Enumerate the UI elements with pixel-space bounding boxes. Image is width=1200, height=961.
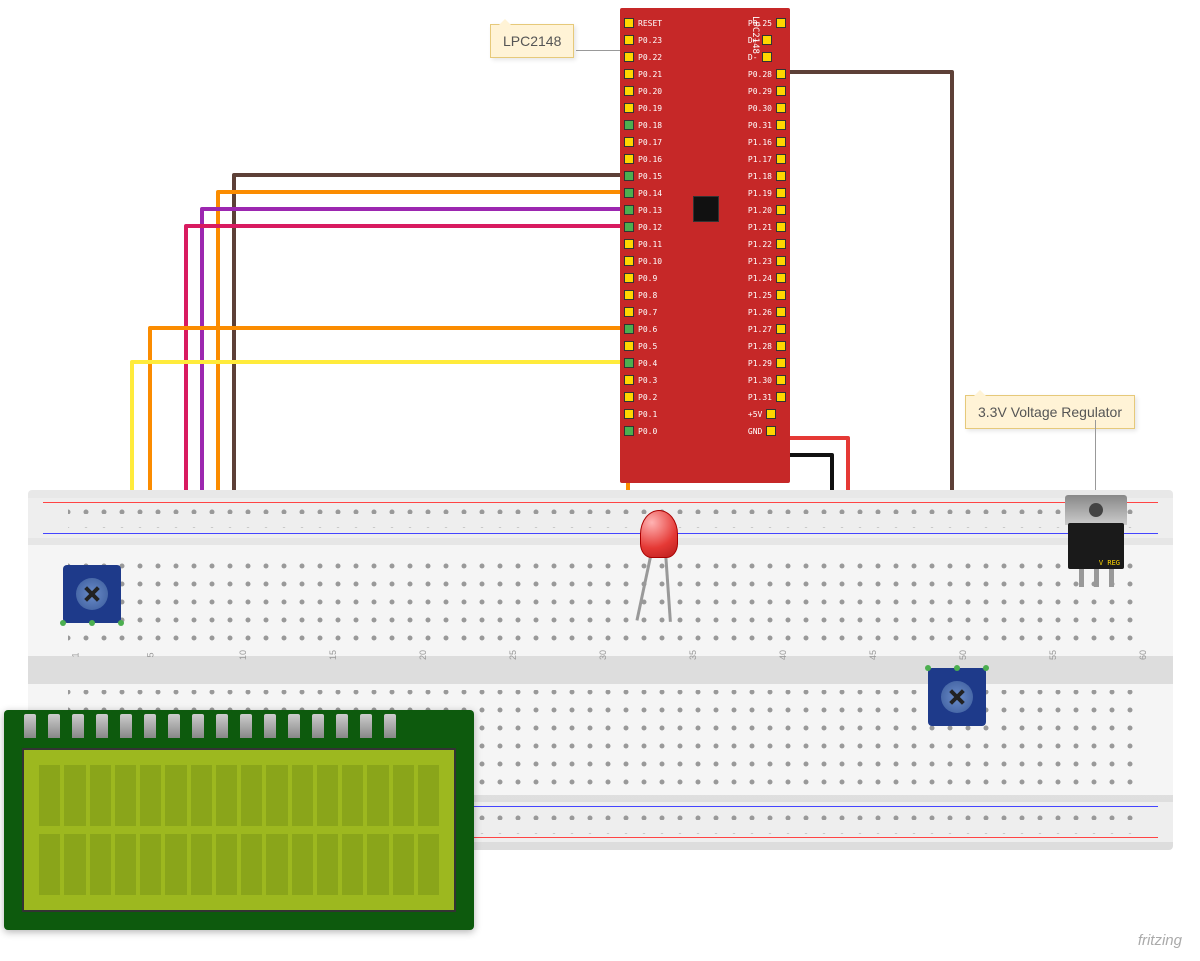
lpc-pin-p0-18: P0.18: [624, 118, 662, 132]
lpc-pin-p1-16: P1.16: [748, 135, 786, 149]
lcd-pin-8: [192, 714, 204, 738]
lpc-pin-p0-25: P0.25: [748, 16, 786, 30]
lpc-pin-p1-21: P1.21: [748, 220, 786, 234]
lcd-pin-10: [240, 714, 252, 738]
lpc-pin-p1-29: P1.29: [748, 356, 786, 370]
lcd-pin-6: [144, 714, 156, 738]
lcd-pin-16: [384, 714, 396, 738]
lpc-pin-p1-20: P1.20: [748, 203, 786, 217]
lcd-pin-1: [24, 714, 36, 738]
lcd-pin-2: [48, 714, 60, 738]
lpc-pin-p0-29: P0.29: [748, 84, 786, 98]
lcd-pin-11: [264, 714, 276, 738]
lpc-pin-p1-24: P1.24: [748, 271, 786, 285]
lpc-pin-p0-13: P0.13: [624, 203, 662, 217]
lpc-pin-d: D+: [748, 33, 786, 47]
lpc-pin-p1-28: P1.28: [748, 339, 786, 353]
lpc-pin-p1-22: P1.22: [748, 237, 786, 251]
lcd-pin-14: [336, 714, 348, 738]
lpc-pin-p0-21: P0.21: [624, 67, 662, 81]
lpc-pin-p1-25: P1.25: [748, 288, 786, 302]
lpc-pin-p0-6: P0.6: [624, 322, 662, 336]
lpc-pin-p0-17: P0.17: [624, 135, 662, 149]
lpc-pins-right: P0.25 D+ D- P0.28 P0.29 P0.30 P0.31 P1.16 P1.17 P…: [748, 16, 786, 438]
lpc-pin-d-: D-: [748, 50, 786, 64]
lcd-pin-5: [120, 714, 132, 738]
lpc-pin-reset: RESET: [624, 16, 662, 30]
lcd-pin-15: [360, 714, 372, 738]
diagram-canvas: LPC2148 3.3V Voltage Regulator: [0, 0, 1200, 961]
lpc-pin-p0-12: P0.12: [624, 220, 662, 234]
lcd-pin-3: [72, 714, 84, 738]
lpc-pin-p0-22: P0.22: [624, 50, 662, 64]
lpc-pin-p0-5: P0.5: [624, 339, 662, 353]
pot-lcd-contrast: [63, 565, 121, 623]
lpc-pin-p0-20: P0.20: [624, 84, 662, 98]
lcd-pin-13: [312, 714, 324, 738]
lcd-pin-4: [96, 714, 108, 738]
lcd-pin-7: [168, 714, 180, 738]
lpc-pin-p0-15: P0.15: [624, 169, 662, 183]
lpc-pin-p0-0: P0.0: [624, 424, 662, 438]
fritzing-watermark: fritzing: [1138, 932, 1182, 949]
lpc-pin-p0-2: P0.2: [624, 390, 662, 404]
lpc-pin-p0-4: P0.4: [624, 356, 662, 370]
lpc-pin-p0-23: P0.23: [624, 33, 662, 47]
lpc-pin-p0-9: P0.9: [624, 271, 662, 285]
lpc2148-board: LPC2148 RESETP0.23P0.22P0.21P0.20P0.19P0…: [620, 8, 790, 483]
lpc-pin-p1-19: P1.19: [748, 186, 786, 200]
lpc-pin-p0-1: P0.1: [624, 407, 662, 421]
lpc-pin-p0-7: P0.7: [624, 305, 662, 319]
lcd-pins: [24, 714, 396, 738]
lcd-pin-9: [216, 714, 228, 738]
lpc-pin-p0-3: P0.3: [624, 373, 662, 387]
led-bulb-icon: [640, 510, 678, 558]
lpc-pin-p0-8: P0.8: [624, 288, 662, 302]
lpc-pin-gnd: GND: [748, 424, 786, 438]
pot-adc-input: [928, 668, 986, 726]
voltage-regulator-3v3: V REG: [1065, 495, 1127, 585]
lpc-pin-p0-10: P0.10: [624, 254, 662, 268]
lcd-16x2: [4, 710, 474, 930]
lpc-pin-p0-30: P0.30: [748, 101, 786, 115]
lcd-pin-12: [288, 714, 300, 738]
lpc-pin-p1-18: P1.18: [748, 169, 786, 183]
lpc-pin-p1-31: P1.31: [748, 390, 786, 404]
lpc-pin-p1-30: P1.30: [748, 373, 786, 387]
lpc-pin-p1-26: P1.26: [748, 305, 786, 319]
lcd-screen: [22, 748, 456, 912]
lpc-pin-p0-11: P0.11: [624, 237, 662, 251]
lcd-char-grid: [39, 765, 439, 895]
lpc-pin-p0-28: P0.28: [748, 67, 786, 81]
lpc-chip-icon: [693, 196, 719, 222]
lpc-pin-p0-31: P0.31: [748, 118, 786, 132]
lpc-pin-p0-19: P0.19: [624, 101, 662, 115]
lpc-pin-p0-14: P0.14: [624, 186, 662, 200]
lpc-pin-5v: +5V: [748, 407, 786, 421]
lpc-pin-p0-16: P0.16: [624, 152, 662, 166]
lpc-pin-p1-27: P1.27: [748, 322, 786, 336]
lpc-pin-p1-17: P1.17: [748, 152, 786, 166]
lpc-pins-left: RESET P0.23 P0.22 P0.21 P0.20 P0.19 P0.18 P0.17…: [624, 16, 662, 438]
lpc-pin-p1-23: P1.23: [748, 254, 786, 268]
